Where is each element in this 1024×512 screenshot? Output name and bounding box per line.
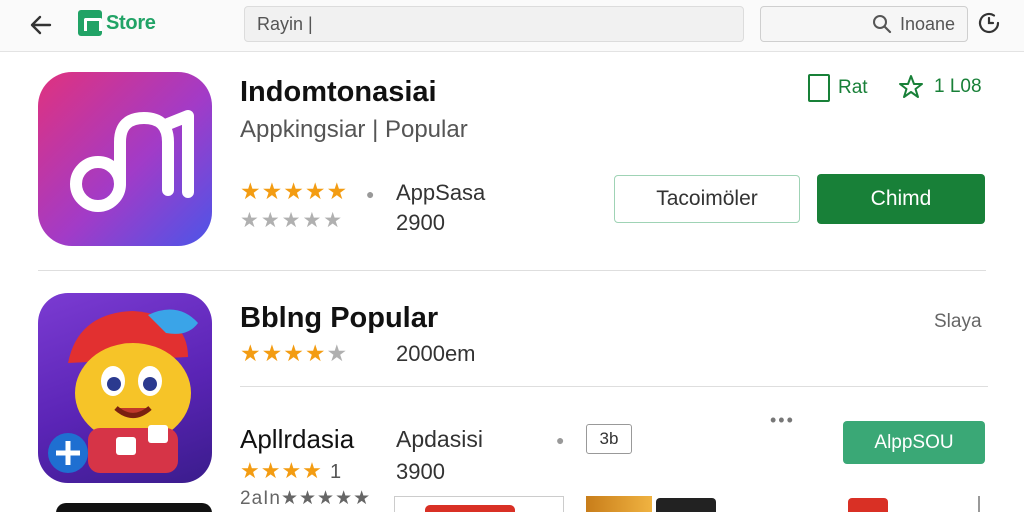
divider (38, 270, 986, 271)
character-mascot-icon (48, 309, 198, 473)
rating-stars-filled: ★★★★ (240, 458, 323, 483)
rating-stars-empty: ★ (326, 340, 349, 366)
store-logo-icon (78, 10, 102, 36)
thumbnail-partial[interactable] (848, 498, 888, 512)
app-title[interactable]: Indomtonasiai (240, 76, 437, 109)
top-app-bar: Store Inoane (0, 0, 1024, 52)
app-title[interactable]: Apllrdasia (240, 424, 354, 455)
wishlist-button[interactable]: 1 L08 (898, 74, 982, 100)
history-icon[interactable] (975, 9, 1003, 37)
store-logo[interactable]: Store (78, 10, 156, 36)
rate-label: Rat (838, 77, 868, 98)
app-title[interactable]: Bblng Popular (240, 302, 438, 335)
thumbnail-partial[interactable] (586, 496, 652, 512)
rate-button[interactable]: Rat (808, 74, 868, 102)
side-label[interactable]: Slaya (934, 311, 982, 333)
rating-value: 1 (330, 461, 343, 483)
rating-stars: ★★★★★ (240, 340, 348, 367)
review-count: 2000em (396, 341, 476, 366)
music-note-icon (70, 110, 194, 212)
scroll-marker (978, 496, 980, 512)
separator-dot: ● (366, 186, 375, 202)
review-count: 3900 (396, 459, 445, 484)
wishlist-count: 1 L08 (934, 76, 982, 97)
rating-line: 2aIn★★★★★ (240, 488, 372, 509)
store-label: Store (106, 11, 156, 34)
divider (240, 386, 988, 387)
app-icon-partial[interactable] (56, 503, 212, 512)
content-rating-badge: 3b (586, 424, 632, 454)
secondary-search-text: Inoane (899, 13, 955, 34)
rating-stars: ★★★★★ (240, 178, 349, 204)
app-icon-character[interactable] (38, 293, 212, 483)
review-count: 2900 (396, 210, 445, 235)
secondary-action-button[interactable]: Tacoimöler (614, 175, 800, 223)
search-icon (872, 15, 892, 34)
banner-partial[interactable] (394, 496, 564, 512)
install-button[interactable]: Chimd (817, 174, 985, 224)
app-icon-music[interactable] (38, 72, 212, 246)
rating-stars-filled: ★★★★ (240, 340, 327, 366)
more-options-icon[interactable]: ••• (770, 410, 795, 431)
separator-dot: ● (556, 432, 565, 448)
app-subtitle: Appkingsiar | Popular (240, 116, 468, 143)
wishlist-star-icon (899, 75, 923, 98)
rate-icon (808, 74, 830, 102)
app-developer: Apdasisi (396, 426, 483, 452)
back-arrow-icon[interactable] (24, 8, 58, 42)
rating-stars-secondary: ★★★★★ (240, 209, 345, 232)
thumbnail-partial[interactable] (656, 498, 716, 512)
banner-shape (425, 505, 515, 512)
rating-stars: ★★★★ 1 (240, 458, 342, 484)
install-button[interactable]: AlppSOU (843, 421, 985, 464)
search-input[interactable] (244, 6, 744, 42)
app-developer: AppSasa (396, 180, 486, 205)
secondary-search-field[interactable]: Inoane (760, 6, 968, 42)
